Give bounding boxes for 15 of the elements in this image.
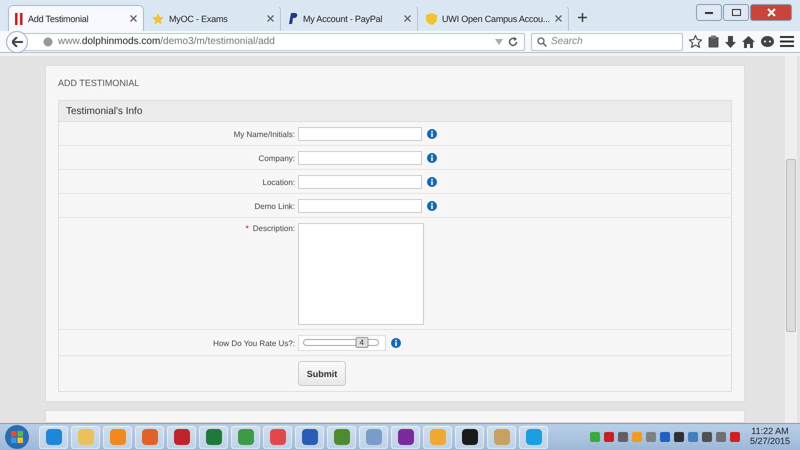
submit-button[interactable]: Submit	[298, 361, 346, 386]
clock[interactable]: 11:22 AM 5/27/2015	[750, 427, 790, 447]
rating-slider[interactable]: 4	[303, 339, 379, 346]
slider-thumb[interactable]: 4	[355, 337, 368, 348]
page-heading: ADD TESTIMONIAL	[58, 78, 140, 88]
section-title: Testimonial's Info	[59, 101, 731, 122]
url-text: www.dolphinmods.com/demo3/m/testimonial/add	[58, 36, 276, 47]
field-label: Company:	[258, 152, 295, 162]
field-label: Demo Link:	[254, 200, 295, 210]
field-label: * Description:	[244, 223, 295, 233]
field-label: Location:	[262, 176, 295, 186]
field-label: My Name/Initials:	[232, 128, 295, 138]
search-field[interactable]: Search	[531, 32, 683, 50]
field-label: How Do You Rate Us?:	[212, 338, 295, 348]
browser-tab[interactable]: Add Testimonial	[8, 5, 144, 31]
